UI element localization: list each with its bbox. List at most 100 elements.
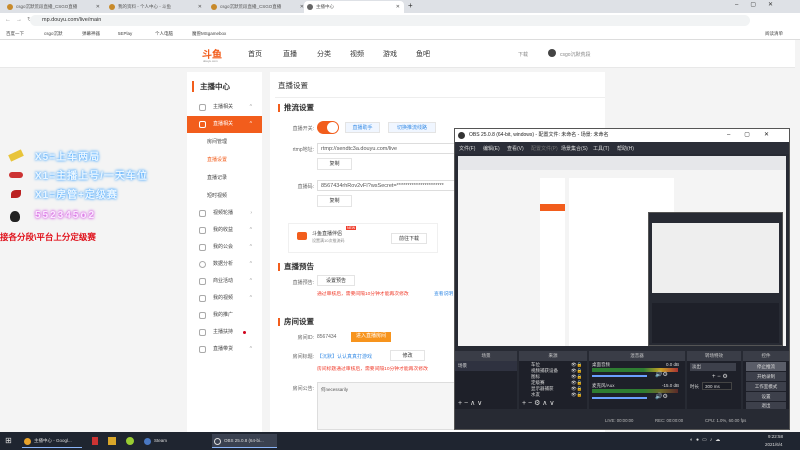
controls-panel: 停止推流 开始录制 工作室模式 设置 退出 [743,361,789,409]
windows-start-icon[interactable]: ⊞ [5,436,12,445]
app-icon[interactable] [126,437,134,445]
taskbar-obs[interactable]: OBS 25.0.8 (64-bi... [212,434,277,448]
live-assistant-button[interactable]: 直播助手 [345,122,380,133]
view-explanation-link[interactable]: 查看说明 [434,290,453,297]
reading-list[interactable]: 阅读清单 [765,30,783,38]
sidebar-item-commerce[interactable]: 直播带货 ^ [187,341,262,358]
copy-key-button[interactable]: 复制 [317,195,352,207]
nav-yuba[interactable]: 鱼吧 [416,49,430,59]
source-toolbar-icons[interactable]: + − ⚙ ∧ ∨ [522,399,554,407]
speaker-gear-icons[interactable]: 🔊⚙ [655,371,668,378]
sidebar-sub-live-settings[interactable]: 直播设置 [187,152,262,169]
bookmark[interactable]: 弹幕神器 [82,30,100,38]
exit-button[interactable]: 退出 [746,402,786,409]
sidebar-item-my-videos[interactable]: 我的视频 ^ [187,290,262,307]
nav-category[interactable]: 分类 [317,49,331,59]
system-tray-icons[interactable]: ◐●▭♪☁ [690,437,723,443]
sidebar-item-carousel[interactable]: 视频轮播 › [187,205,262,222]
tab-4-active[interactable]: 主播中心 ✕ [304,1,404,13]
close-icon[interactable]: ✕ [96,1,100,13]
avatar[interactable] [548,49,556,57]
copy-rtmp-button[interactable]: 复制 [317,158,352,170]
set-preview-button[interactable]: 设置预告 [317,275,355,286]
source-item[interactable]: 水友 [531,392,540,398]
sidebar-item-business[interactable]: 商业活动 ^ [187,273,262,290]
section-room: 房间设置 [278,318,314,326]
chevron-icon: ^ [249,104,252,110]
menu-tools[interactable]: 工具(T) [593,145,609,152]
download-link[interactable]: 下载 [518,51,528,58]
new-tab-button[interactable]: + [408,1,413,10]
cpu-fps: CPU: 1.0%, 60.00 fps [705,418,747,423]
edit-title-button[interactable]: 修改 [390,350,425,361]
url-input[interactable]: mp.douyu.com/live/main [30,15,750,26]
preview-note: 通过审核后，需要间隔10分钟才能再次修改 [317,292,409,297]
menu-edit[interactable]: 编辑(E) [483,145,500,152]
notice-textarea[interactable]: 何necessarily [317,382,457,430]
bookmark[interactable]: 5EPlay [118,30,132,38]
scene-item[interactable]: 场景 [455,361,517,371]
sidebar-item-guild[interactable]: 我的公会 ^ [187,239,262,256]
sidebar-sub-room[interactable]: 房间管理 [187,134,262,151]
sidebar-item-support[interactable]: 主播扶持 [187,324,262,341]
room-title-label: 房间标题: [292,354,314,360]
studio-mode-button[interactable]: 工作室模式 [746,382,786,391]
mixer-dock-header: 混音器 [589,351,685,361]
close-icon[interactable]: ✕ [396,1,400,13]
sidebar-item-anchor[interactable]: 主播相关 ^ [187,99,262,116]
tab-2[interactable]: 我的资料 - 个人中心 - 斗鱼 ✕ [106,1,206,13]
menu-scene-collection[interactable]: 场景集合(S) [561,145,588,152]
switch-line-button[interactable]: 切换推流线路 [388,122,436,133]
taskbar-steam[interactable]: Steam [142,434,202,448]
sidebar-sub-short-video[interactable]: 短时视频 [187,188,262,205]
label: 我的视频 [213,295,234,301]
bookmark[interactable]: 百度一下 [6,30,24,38]
volume-slider[interactable] [592,397,647,399]
menu-help[interactable]: 帮助(H) [617,145,634,152]
transition-select[interactable]: 淡出 [690,363,736,371]
bookmark[interactable]: 魔兽MSgamebox [192,30,226,38]
sidebar-sub-records[interactable]: 直播记录 [187,170,262,187]
bookmark[interactable]: csgo沉默 [44,30,63,38]
start-recording-button[interactable]: 开始录制 [746,372,786,381]
enter-room-button[interactable]: 进入直播房间 [351,332,391,342]
menu-view[interactable]: 查看(V) [507,145,524,152]
scenes-dock-header: 场景 [455,351,517,361]
close-icon[interactable]: ✕ [198,1,202,13]
obs-window-controls[interactable]: –▢✕ [727,129,783,142]
douyu-favicon-icon [7,4,13,10]
download-companion-button[interactable]: 前往下载 [391,233,427,244]
taskbar-chrome[interactable]: 主播中心 - Googl... [22,434,82,448]
scene-add-remove-icons[interactable]: + − ∧ ∨ [458,399,482,407]
obs-preview-canvas[interactable] [458,156,786,346]
menu-file[interactable]: 文件(F) [459,145,475,152]
window-controls[interactable]: –▢✕ [735,1,785,8]
promo-title: 斗鱼直播伴侣 [312,231,343,237]
speaker-gear-icons[interactable]: 🔊⚙ [655,393,668,400]
sidebar-item-promotion[interactable]: 我的推广 [187,307,262,324]
nav-live[interactable]: 直播 [283,49,297,59]
transition-add-remove-icons[interactable]: + − ⚙ [712,373,728,380]
live-toggle[interactable] [317,121,339,134]
nav-home[interactable]: 首页 [248,49,262,59]
page-title: 直播设置 [278,81,308,90]
stop-streaming-button[interactable]: 停止推流 [746,362,786,371]
menu-profile[interactable]: 配置文件(P) [531,145,558,152]
duration-input[interactable]: 300 ms [702,382,732,390]
bookmark[interactable]: 个人电脑 [155,30,173,38]
app-icon[interactable] [92,437,98,445]
username[interactable]: csgo沉默荒段 [560,51,591,58]
sidebar-item-income[interactable]: 我的收益 ^ [187,222,262,239]
tab-3[interactable]: csgo沉默荒段直播_CSGO直播 ✕ [208,1,308,13]
sidebar-item-analytics[interactable]: 数据分析 ^ [187,256,262,273]
app-icon[interactable] [108,437,116,445]
tab-1[interactable]: csgo沉默荒段直播_CSGO直播 ✕ [4,1,104,13]
volume-slider[interactable] [592,375,647,377]
visibility-lock-icons[interactable]: 👁🔒 👁🔒 👁🔒 👁🔒 👁🔒 👁🔒 [571,362,585,398]
settings-button[interactable]: 设置 [746,392,786,401]
nav-games[interactable]: 游戏 [383,49,397,59]
stream-key-field[interactable]: 8567434rhRov2vFI?wsSecret=**************… [317,180,457,191]
nav-video[interactable]: 视频 [350,49,364,59]
sidebar-item-live[interactable]: 直播相关 ^ [187,116,262,133]
rtmp-url-field[interactable]: rtmp://sendtc3a.douyu.com/live [317,143,457,154]
